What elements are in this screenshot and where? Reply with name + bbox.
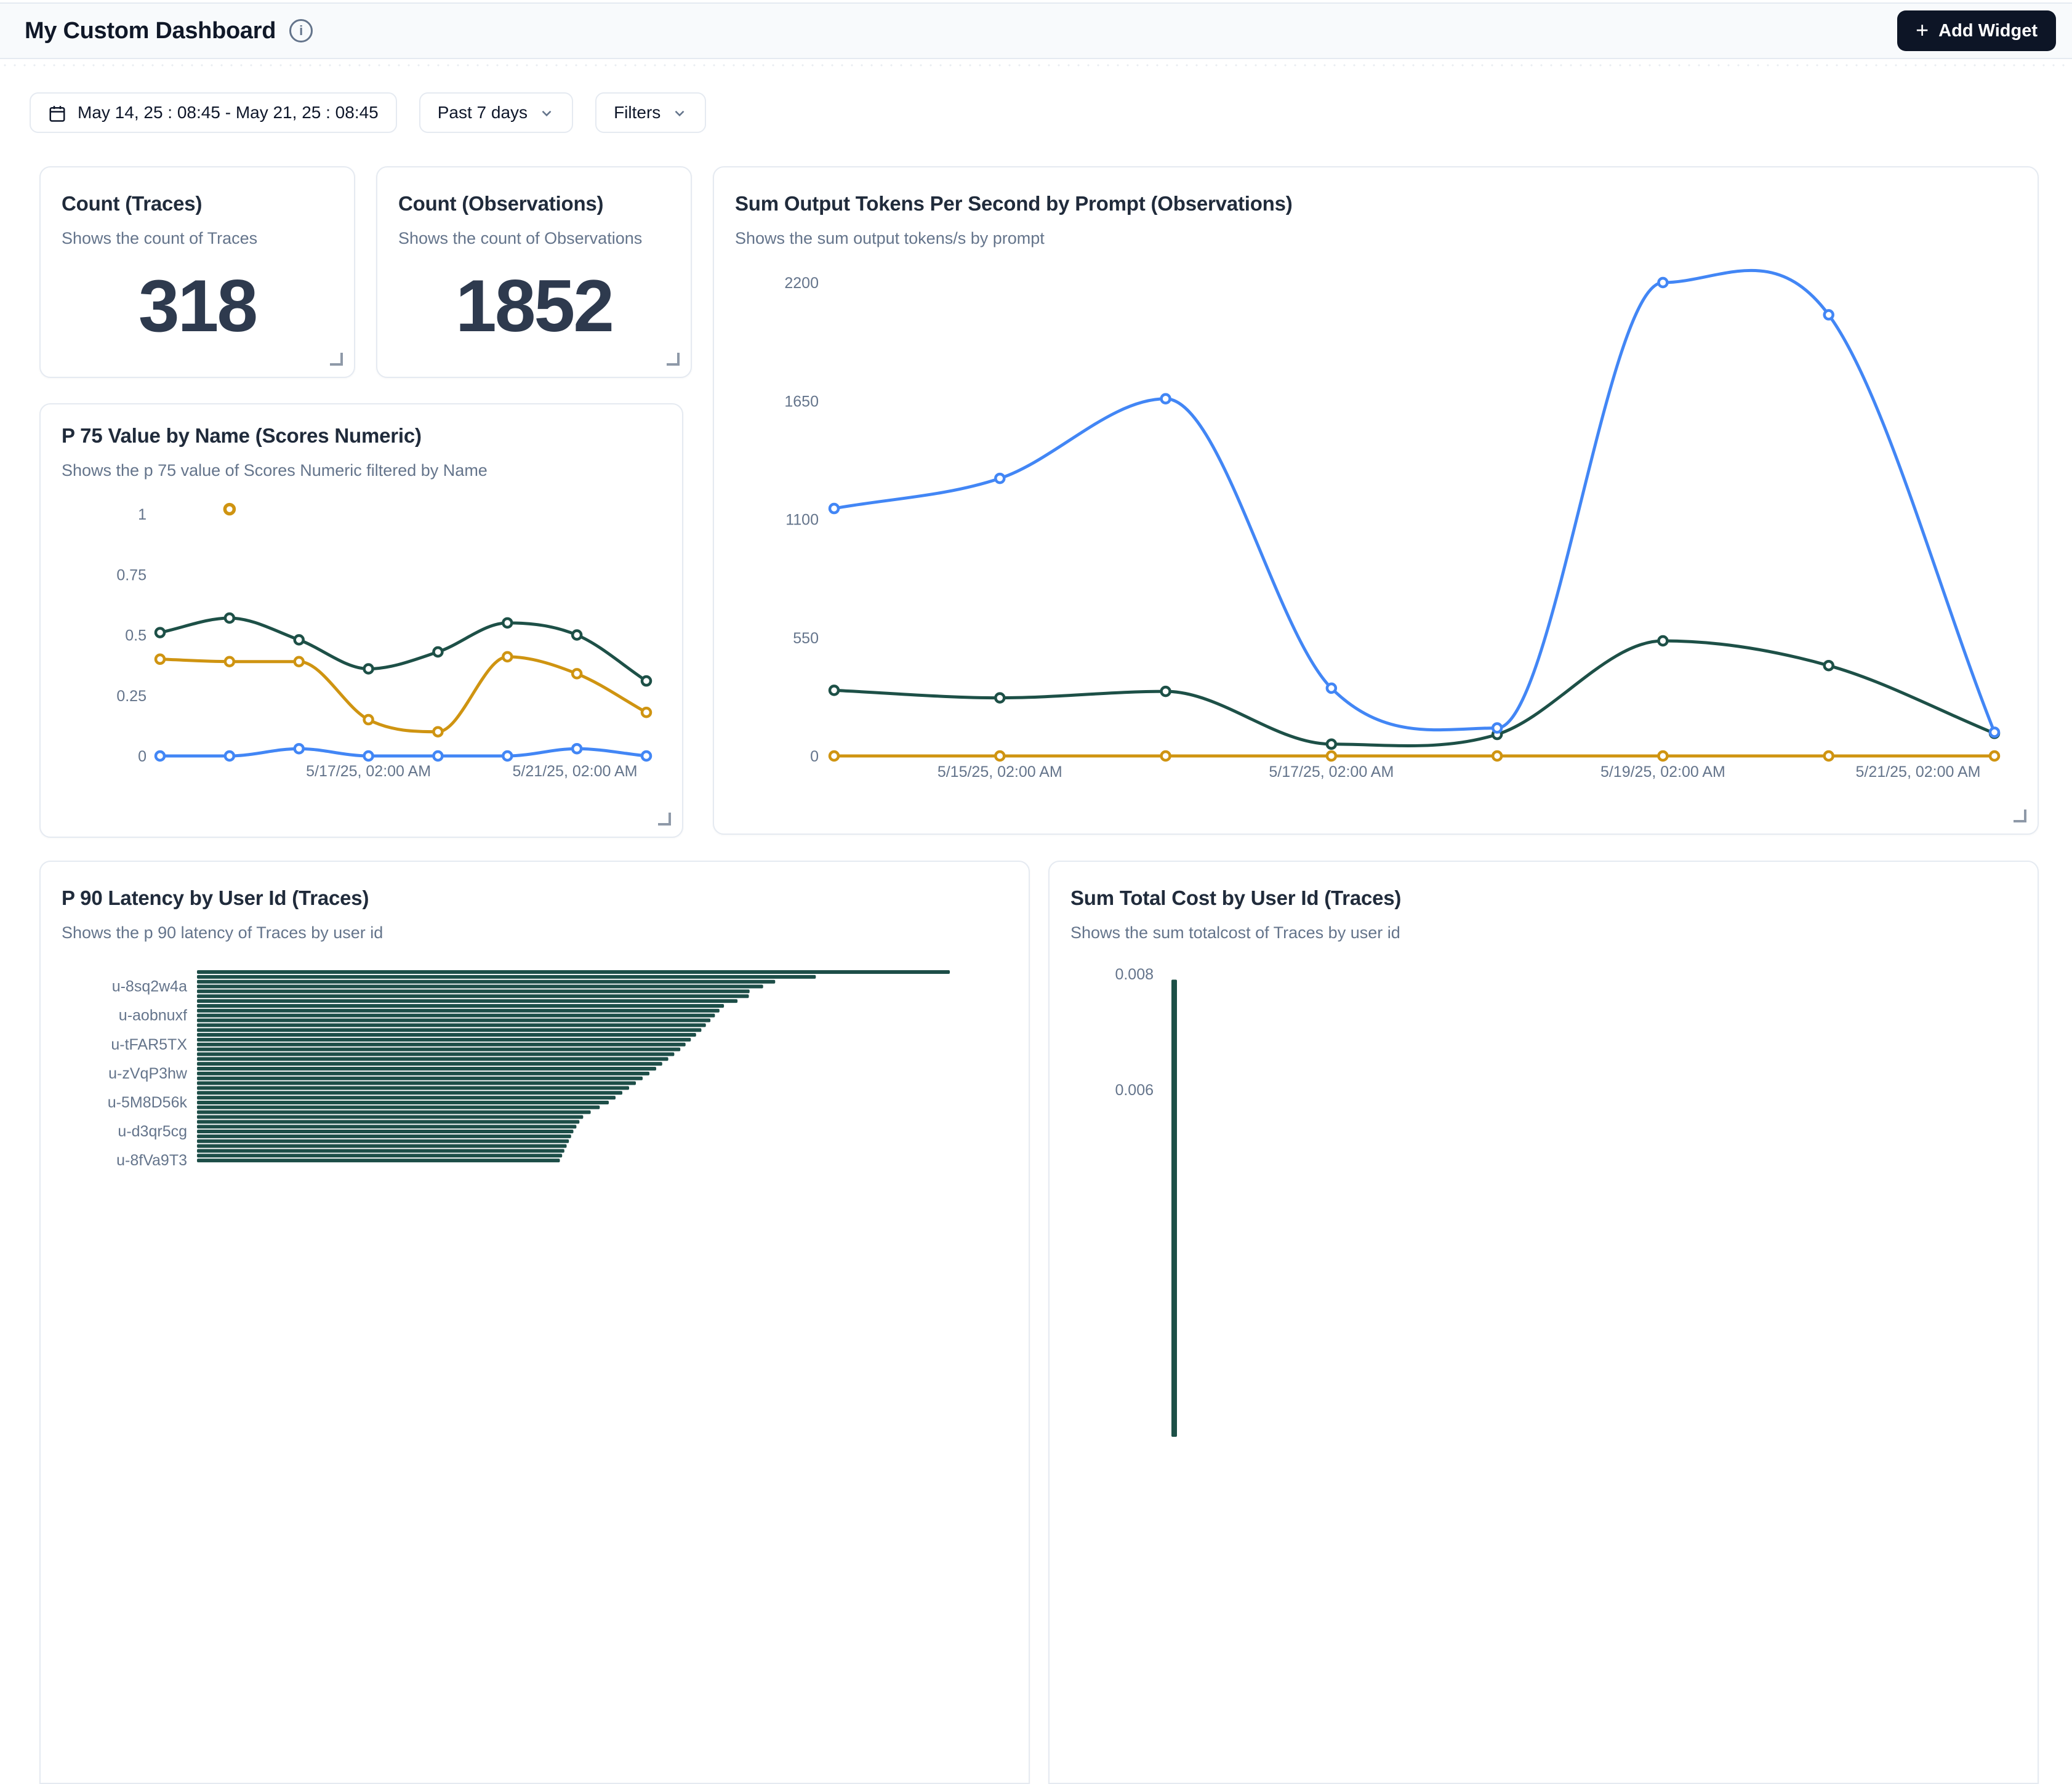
svg-text:0.008: 0.008 [1115, 966, 1154, 983]
svg-text:0.5: 0.5 [125, 627, 147, 645]
widget-subtitle: Shows the p 90 latency of Traces by user… [62, 923, 1008, 942]
svg-text:5/17/25, 02:00 AM: 5/17/25, 02:00 AM [306, 763, 431, 780]
date-range-picker[interactable]: May 14, 25 : 08:45 - May 21, 25 : 08:45 [30, 92, 397, 133]
widget-title: Count (Traces) [62, 192, 333, 215]
widget-subtitle: Shows the count of Traces [62, 229, 333, 248]
filters-label: Filters [614, 103, 661, 123]
svg-text:5/21/25, 02:00 AM: 5/21/25, 02:00 AM [513, 763, 638, 780]
svg-text:u-aobnuxf: u-aobnuxf [119, 1007, 187, 1024]
resize-handle[interactable] [667, 353, 680, 366]
count-value: 1852 [377, 263, 691, 348]
resize-handle[interactable] [330, 353, 343, 366]
widget-subtitle: Shows the p 75 value of Scores Numeric f… [62, 461, 661, 480]
svg-text:5/17/25, 02:00 AM: 5/17/25, 02:00 AM [1269, 763, 1394, 781]
widget-title: Sum Output Tokens Per Second by Prompt (… [735, 192, 2017, 215]
range-preset-value: Past 7 days [438, 103, 528, 123]
widget-count-observations: Count (Observations) Shows the count of … [376, 166, 692, 378]
svg-text:u-5M8D56k: u-5M8D56k [108, 1094, 188, 1111]
widget-p75-value: 0 0.25 0.5 0.75 1 5/17/25, 02:00 AM 5/21/25, 0… [39, 403, 683, 838]
dashboard-page: { "header": { "title": "My Custom Dashbo… [0, 0, 2072, 1157]
add-widget-button[interactable]: + Add Widget [1897, 10, 2056, 51]
range-preset-dropdown[interactable]: Past 7 days [419, 92, 573, 133]
svg-text:u-zVqP3hw: u-zVqP3hw [108, 1065, 188, 1082]
filters-dropdown[interactable]: Filters [595, 92, 706, 133]
svg-text:1100: 1100 [785, 512, 819, 529]
widget-title: P 90 Latency by User Id (Traces) [62, 886, 1008, 910]
count-value: 318 [41, 263, 354, 348]
top-header-bar: My Custom Dashboard i + Add Widget [0, 2, 2072, 59]
widget-tokens-per-second: 0 550 1100 1650 2200 5/15/25, 02:00 AM 5/17/25… [713, 166, 2039, 835]
header-dotted-divider [0, 64, 2072, 66]
svg-text:5/15/25, 02:00 AM: 5/15/25, 02:00 AM [938, 763, 1062, 781]
chevron-down-icon [539, 105, 555, 121]
svg-text:0: 0 [138, 748, 147, 765]
date-range-value: May 14, 25 : 08:45 - May 21, 25 : 08:45 [78, 103, 379, 123]
widget-title: Count (Observations) [398, 192, 670, 215]
svg-text:1: 1 [138, 506, 147, 523]
svg-text:0.25: 0.25 [116, 688, 147, 705]
svg-text:u-d3qr5cg: u-d3qr5cg [118, 1123, 187, 1140]
cost-bar-chart[interactable]: 0.008 0.006 [1050, 862, 2038, 1783]
p90-bar-chart[interactable]: u-8sq2w4a u-aobnuxf u-tFAR5TX u-zVqP3hw u-5M… [41, 862, 1029, 1783]
svg-text:u-8sq2w4a: u-8sq2w4a [112, 978, 187, 995]
plus-icon: + [1916, 19, 1929, 41]
resize-handle[interactable] [2014, 810, 2026, 822]
widget-sum-total-cost: 0.008 0.006 Sum Total Cost by User Id (Tr… [1048, 861, 2039, 1784]
resize-handle[interactable] [658, 813, 671, 826]
widget-subtitle: Shows the sum output tokens/s by prompt [735, 229, 2017, 248]
page-title: My Custom Dashboard [25, 18, 276, 44]
svg-text:u-tFAR5TX: u-tFAR5TX [111, 1036, 187, 1053]
widget-count-traces: Count (Traces) Shows the count of Traces… [39, 166, 355, 378]
tokens-line-chart[interactable]: 0 550 1100 1650 2200 5/15/25, 02:00 AM 5/17/25… [714, 167, 2038, 834]
info-icon[interactable]: i [289, 19, 313, 42]
svg-text:5/21/25, 02:00 AM: 5/21/25, 02:00 AM [1856, 763, 1981, 781]
widget-subtitle: Shows the count of Observations [398, 229, 670, 248]
widget-subtitle: Shows the sum totalcost of Traces by use… [1070, 923, 2017, 942]
svg-text:u-8fVa9T3: u-8fVa9T3 [116, 1152, 187, 1169]
svg-text:0.75: 0.75 [116, 566, 147, 584]
filter-toolbar: May 14, 25 : 08:45 - May 21, 25 : 08:45 … [30, 92, 706, 133]
svg-text:1650: 1650 [784, 393, 819, 410]
chevron-down-icon [672, 105, 688, 121]
widget-p90-latency: u-8sq2w4a u-aobnuxf u-tFAR5TX u-zVqP3hw u-5M… [39, 861, 1030, 1784]
svg-text:0.006: 0.006 [1115, 1082, 1154, 1099]
svg-text:2200: 2200 [784, 275, 819, 292]
widget-title: P 75 Value by Name (Scores Numeric) [62, 424, 661, 448]
add-widget-label: Add Widget [1938, 21, 2038, 41]
svg-text:550: 550 [793, 630, 819, 647]
svg-text:5/19/25, 02:00 AM: 5/19/25, 02:00 AM [1600, 763, 1725, 781]
calendar-icon [48, 104, 66, 123]
widget-title: Sum Total Cost by User Id (Traces) [1070, 886, 2017, 910]
svg-text:0: 0 [810, 748, 819, 765]
